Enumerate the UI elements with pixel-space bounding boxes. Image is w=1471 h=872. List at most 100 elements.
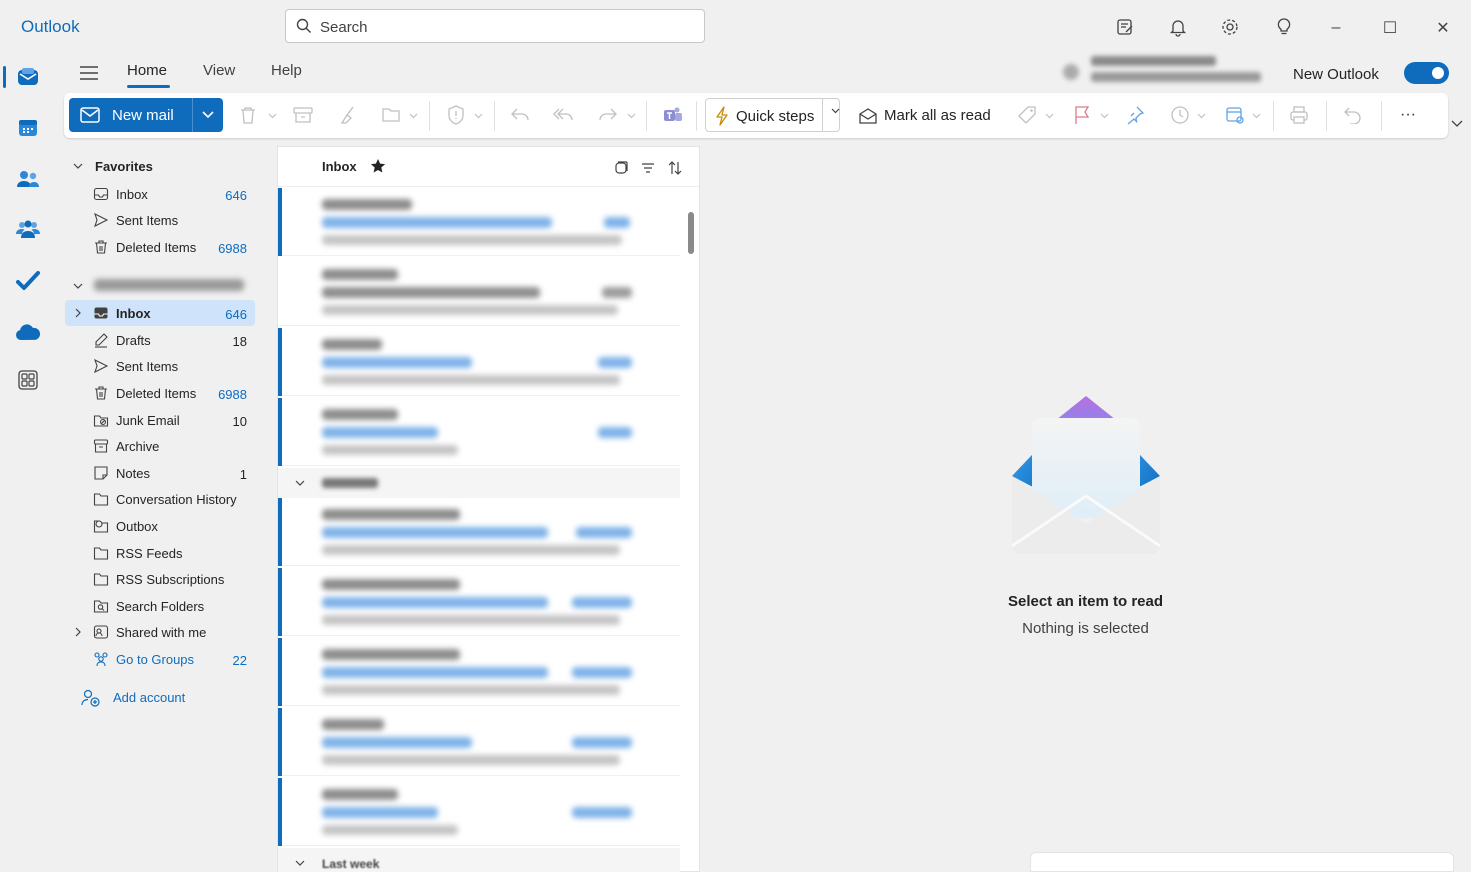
empty-envelope-icon <box>1011 396 1161 554</box>
teams-icon[interactable] <box>662 104 684 126</box>
favorite-inbox[interactable]: Inbox 646 <box>65 181 255 207</box>
gear-icon[interactable] <box>1219 16 1241 38</box>
folder-label: Junk Email <box>116 413 180 428</box>
print-icon[interactable] <box>1288 104 1310 126</box>
undo-icon[interactable] <box>1342 104 1364 126</box>
maximize-button[interactable]: ☐ <box>1376 14 1404 42</box>
folder-inbox[interactable]: Inbox 646 <box>65 300 255 326</box>
search-box[interactable]: Search <box>285 9 705 43</box>
meeting-notification[interactable] <box>1063 56 1263 92</box>
scroll-thumb[interactable] <box>688 212 694 254</box>
message-row[interactable] <box>278 328 680 396</box>
ribbon-expand-icon[interactable] <box>1451 120 1463 128</box>
folder-outbox[interactable]: Outbox <box>65 513 255 539</box>
pin-icon[interactable] <box>1124 104 1146 126</box>
unread-count: 6988 <box>218 241 247 256</box>
lightbulb-icon[interactable] <box>1273 16 1295 38</box>
more-apps-icon[interactable] <box>14 366 42 394</box>
folder-label: Sent Items <box>116 359 179 374</box>
reply-icon[interactable] <box>509 104 531 126</box>
folder-label: Notes <box>116 466 150 481</box>
folder-icon <box>93 545 109 561</box>
folder-junk-email[interactable]: Junk Email 10 <box>65 407 255 433</box>
inbox-icon <box>93 186 109 202</box>
new-mail-label: New mail <box>112 107 174 124</box>
message-rows: Last week <box>278 188 682 872</box>
flag-icon[interactable] <box>1071 104 1093 126</box>
my-day-icon[interactable] <box>1114 16 1136 38</box>
archive-icon[interactable] <box>292 104 314 126</box>
quick-steps-button[interactable]: Quick steps <box>705 98 840 132</box>
folder-label: RSS Subscriptions <box>116 572 225 587</box>
onedrive-app-icon[interactable] <box>14 318 42 346</box>
rules-icon[interactable] <box>1224 104 1246 126</box>
favorite-sent-items[interactable]: Sent Items <box>65 207 255 233</box>
star-icon[interactable] <box>370 158 386 174</box>
message-row[interactable] <box>278 708 680 776</box>
folder-drafts[interactable]: Drafts 18 <box>65 327 255 353</box>
ribbon-separator <box>1381 101 1382 131</box>
account-header[interactable] <box>73 275 95 297</box>
tab-help[interactable]: Help <box>271 62 302 79</box>
new-outlook-toggle[interactable] <box>1404 62 1449 84</box>
folder-archive[interactable]: Archive <box>65 433 255 459</box>
favorite-deleted-items[interactable]: Deleted Items 6988 <box>65 234 255 260</box>
select-icon[interactable] <box>612 159 630 177</box>
sort-icon[interactable] <box>666 159 684 177</box>
reply-all-icon[interactable] <box>553 104 575 126</box>
hamburger-menu-icon[interactable] <box>78 62 100 84</box>
message-row[interactable] <box>278 398 680 466</box>
message-list-scrollbar[interactable] <box>683 188 698 872</box>
archive-icon <box>93 438 109 454</box>
new-mail-dropdown[interactable] <box>192 98 223 132</box>
chevron-down-icon <box>202 111 214 119</box>
filter-icon[interactable] <box>639 159 657 177</box>
calendar-app-icon[interactable] <box>14 114 42 142</box>
folder-shared-with-me[interactable]: Shared with me <box>65 619 255 645</box>
more-options-button[interactable]: ··· <box>1397 104 1419 126</box>
message-row[interactable] <box>278 188 680 256</box>
message-row[interactable] <box>278 258 680 326</box>
message-row[interactable] <box>278 498 680 566</box>
folder-deleted-items[interactable]: Deleted Items 6988 <box>65 380 255 406</box>
delete-icon[interactable] <box>237 104 259 126</box>
minimize-button[interactable]: – <box>1322 14 1350 42</box>
drafts-icon <box>93 332 109 348</box>
message-row[interactable] <box>278 638 680 706</box>
folder-notes[interactable]: Notes 1 <box>65 460 255 486</box>
chevron-right-icon[interactable] <box>74 627 82 637</box>
tab-view[interactable]: View <box>203 62 235 79</box>
close-button[interactable]: ✕ <box>1429 14 1457 42</box>
group-header-last-week[interactable]: Last week <box>278 848 680 872</box>
chevron-right-icon[interactable] <box>74 308 82 318</box>
note-icon <box>93 465 109 481</box>
message-row[interactable] <box>278 568 680 636</box>
forward-icon[interactable] <box>597 104 619 126</box>
folder-sent-items[interactable]: Sent Items <box>65 353 255 379</box>
sweep-icon[interactable] <box>337 104 359 126</box>
tab-home[interactable]: Home <box>127 62 167 79</box>
report-icon[interactable] <box>445 104 467 126</box>
quick-steps-dropdown[interactable] <box>822 99 840 131</box>
favorites-header[interactable]: Favorites <box>73 155 153 177</box>
todo-app-icon[interactable] <box>14 267 42 295</box>
folder-rss-feeds[interactable]: RSS Feeds <box>65 540 255 566</box>
rail-active-indicator <box>3 66 6 88</box>
trash-icon <box>93 385 109 401</box>
group-header-row[interactable] <box>278 468 680 498</box>
go-to-groups[interactable]: Go to Groups 22 <box>65 646 255 672</box>
message-row[interactable] <box>278 778 680 846</box>
folder-search-folders[interactable]: Search Folders <box>65 593 255 619</box>
tag-icon[interactable] <box>1016 104 1038 126</box>
folder-label: RSS Feeds <box>116 546 183 561</box>
groups-app-icon[interactable] <box>14 216 42 244</box>
bell-icon[interactable] <box>1167 16 1189 38</box>
mail-app-icon[interactable] <box>14 63 42 91</box>
people-app-icon[interactable] <box>14 165 42 193</box>
folder-rss-subscriptions[interactable]: RSS Subscriptions <box>65 566 255 592</box>
move-to-icon[interactable] <box>381 104 403 126</box>
item-count: 18 <box>232 334 247 349</box>
clock-icon[interactable] <box>1169 104 1191 126</box>
new-mail-button[interactable]: New mail <box>69 98 192 132</box>
folder-conversation-history[interactable]: Conversation History <box>65 486 255 512</box>
